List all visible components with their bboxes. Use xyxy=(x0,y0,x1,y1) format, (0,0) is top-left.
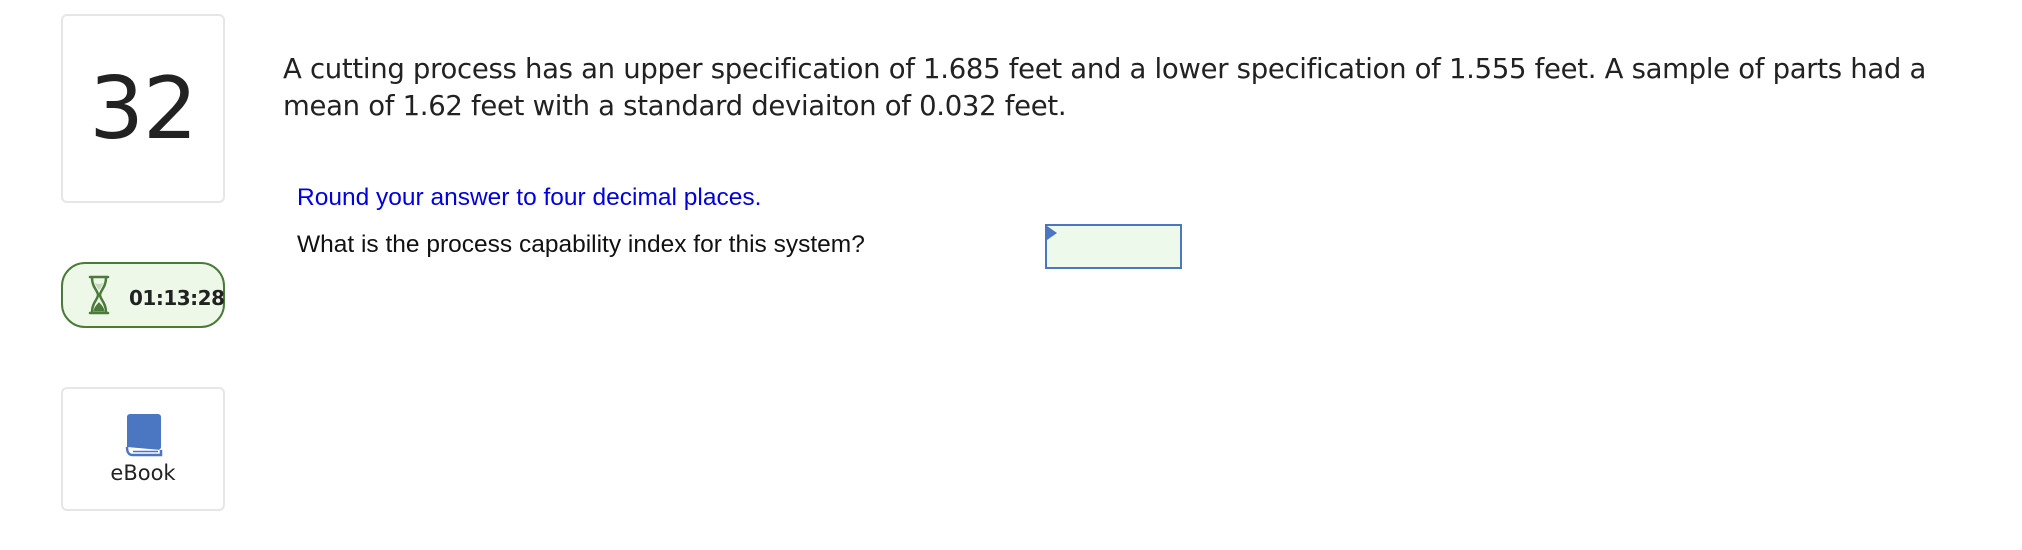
ebook-label: eBook xyxy=(110,461,176,485)
question-prompt: What is the process capability index for… xyxy=(297,231,865,258)
input-flag-icon xyxy=(1047,226,1057,240)
question-number: 32 xyxy=(89,58,197,159)
ebook-button[interactable]: eBook xyxy=(61,387,225,511)
rounding-instruction: Round your answer to four decimal places… xyxy=(297,184,762,211)
book-icon xyxy=(125,413,163,457)
timer-badge[interactable]: 01:13:28 xyxy=(61,262,225,328)
hourglass-icon xyxy=(87,275,111,315)
question-text: A cutting process has an upper specifica… xyxy=(283,53,1927,122)
question-number-card: 32 xyxy=(61,14,225,203)
timer-value: 01:13:28 xyxy=(129,286,225,310)
answer-input[interactable] xyxy=(1045,224,1182,269)
